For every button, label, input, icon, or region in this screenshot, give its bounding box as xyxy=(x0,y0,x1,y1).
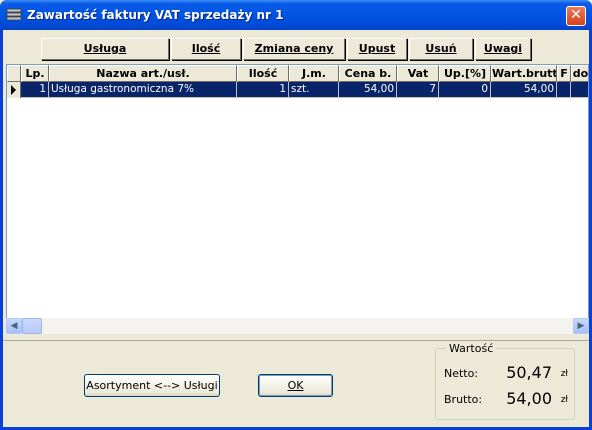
col-wartosc-header[interactable]: Wart.brutto xyxy=(491,65,557,82)
divider xyxy=(3,340,589,341)
upust-button[interactable]: Upust xyxy=(347,38,407,60)
close-button[interactable]: ✕ xyxy=(566,6,586,26)
ok-button[interactable]: OK xyxy=(258,374,333,397)
col-jm-header[interactable]: J.m. xyxy=(289,65,339,82)
row-pointer-icon xyxy=(7,82,21,98)
scroll-right-icon[interactable]: ▶ xyxy=(573,318,589,334)
app-icon xyxy=(6,8,22,21)
col-cena-header[interactable]: Cena b. xyxy=(339,65,397,82)
zmiana-ceny-button-label: Zmiana ceny xyxy=(254,42,334,55)
usluga-button-label: Usługa xyxy=(83,42,127,55)
netto-label: Netto: xyxy=(444,367,479,380)
window-title: Zawartość faktury VAT sprzedaży nr 1 xyxy=(27,8,284,22)
cell-upust[interactable]: 0 xyxy=(439,82,491,98)
scroll-left-icon[interactable]: ◀ xyxy=(6,318,22,334)
cell-cena[interactable]: 54,00 xyxy=(339,82,397,98)
horizontal-scrollbar[interactable]: ◀ ▶ xyxy=(6,318,589,334)
items-grid[interactable]: Lp. Nazwa art./usł. Ilość J.m. Cena b. V… xyxy=(6,64,589,334)
cell-f[interactable] xyxy=(557,82,571,98)
asortyment-uslugi-button[interactable]: Asortyment <--> Usługi xyxy=(84,374,220,397)
netto-value: 50,47 xyxy=(506,363,552,382)
brutto-label: Brutto: xyxy=(444,393,483,406)
table-row[interactable]: 1 Usługa gastronomiczna 7% 1 szt. 54,00 … xyxy=(7,82,588,98)
dialog-window: Zawartość faktury VAT sprzedaży nr 1 ✕ U… xyxy=(0,0,592,430)
usun-button-label: Usuń xyxy=(425,42,457,55)
row-indicator-header xyxy=(7,65,21,82)
cell-lp[interactable]: 1 xyxy=(21,82,49,98)
col-vat-header[interactable]: Vat xyxy=(397,65,439,82)
cell-do[interactable] xyxy=(571,82,588,98)
col-nazwa-header[interactable]: Nazwa art./usł. xyxy=(49,65,237,82)
title-bar[interactable]: Zawartość faktury VAT sprzedaży nr 1 ✕ xyxy=(0,0,592,30)
netto-unit: zł xyxy=(560,369,568,379)
cell-jm[interactable]: szt. xyxy=(289,82,339,98)
cell-ilosc[interactable]: 1 xyxy=(237,82,289,98)
usun-button[interactable]: Usuń xyxy=(409,38,473,60)
cell-nazwa[interactable]: Usługa gastronomiczna 7% xyxy=(49,82,237,98)
brutto-value: 54,00 xyxy=(506,389,552,408)
wartosc-legend: Wartość xyxy=(446,342,497,355)
uwagi-button[interactable]: Uwagi xyxy=(475,38,531,60)
col-f-header[interactable]: F xyxy=(557,65,571,82)
zmiana-ceny-button[interactable]: Zmiana ceny xyxy=(243,38,345,60)
ilosc-button-label: Ilość xyxy=(191,42,221,55)
ilosc-button[interactable]: Ilość xyxy=(171,38,241,60)
usluga-button[interactable]: Usługa xyxy=(41,38,169,60)
scroll-thumb[interactable] xyxy=(22,318,42,334)
brutto-unit: zł xyxy=(560,395,568,405)
col-lp-header[interactable]: Lp. xyxy=(21,65,49,82)
col-upust-header[interactable]: Up.[%] xyxy=(439,65,491,82)
upust-button-label: Upust xyxy=(358,42,396,55)
col-ilosc-header[interactable]: Ilość xyxy=(237,65,289,82)
uwagi-button-label: Uwagi xyxy=(483,42,523,55)
cell-wartosc[interactable]: 54,00 xyxy=(491,82,557,98)
cell-vat[interactable]: 7 xyxy=(397,82,439,98)
grid-header: Lp. Nazwa art./usł. Ilość J.m. Cena b. V… xyxy=(7,65,588,82)
col-do-header[interactable]: do xyxy=(571,65,588,82)
wartosc-groupbox: Wartość Netto: 50,47 zł Brutto: 54,00 zł xyxy=(435,342,575,420)
dialog-body: Usługa Ilość Zmiana ceny Upust Usuń Uwag… xyxy=(3,30,589,427)
